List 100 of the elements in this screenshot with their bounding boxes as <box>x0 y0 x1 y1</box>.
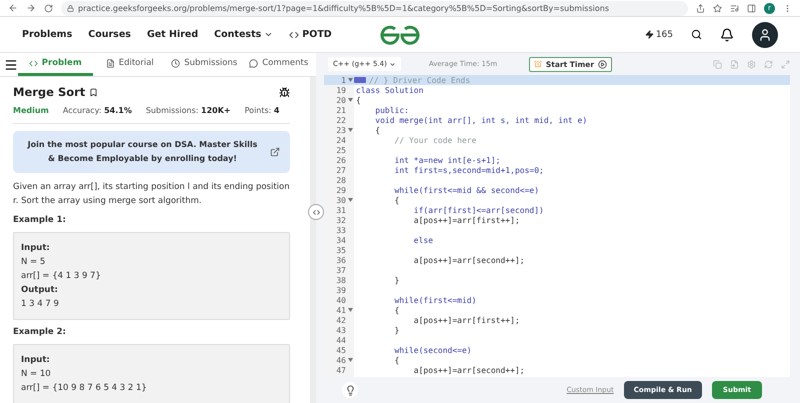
stat-text: Submissions: 120K+ <box>146 106 231 115</box>
code-line: a[pos++]=arr[second++]; <box>412 256 525 264</box>
line-number: 43 <box>335 326 346 334</box>
tab[interactable]: Editorial <box>92 53 167 76</box>
line-number: 47 <box>335 366 346 374</box>
line-number: 24 <box>335 136 346 144</box>
code-line: while(first<=mid) <box>394 296 476 304</box>
code-line: { <box>355 96 361 104</box>
bell-icon[interactable] <box>720 28 734 42</box>
code-icon <box>28 58 38 68</box>
code-line: // Your code here <box>394 136 476 144</box>
code-line: { <box>394 306 400 314</box>
line-number: 41 <box>335 306 346 314</box>
code-line: } <box>394 276 400 284</box>
line-number: 45 <box>335 346 346 354</box>
line-number: 28 <box>335 176 346 184</box>
code-line: a[pos++]=arr[second++]; <box>412 366 525 374</box>
menu-icon[interactable] <box>4 58 18 72</box>
line-number: 26 <box>335 156 346 164</box>
example-line: arr[] = {10 9 8 7 6 5 4 3 2 1} <box>21 382 148 395</box>
streak-count: 165 <box>644 30 673 40</box>
tab[interactable]: Problem <box>18 53 92 76</box>
panel-resize-handle[interactable] <box>308 204 324 220</box>
line-number: 40 <box>335 296 346 304</box>
play-icon <box>598 60 608 68</box>
example-line: 1 3 4 7 9 <box>21 298 60 311</box>
code-line: class Solution <box>355 86 424 94</box>
side-panel-icon[interactable] <box>747 4 756 12</box>
fold-arrow-icon[interactable] <box>348 198 352 202</box>
line-number: 1 <box>340 76 346 84</box>
stat-text: Accuracy: 54.1% <box>62 106 132 115</box>
code-icon <box>289 30 300 40</box>
tab[interactable]: Submissions <box>167 53 242 76</box>
bug-icon[interactable] <box>279 86 290 98</box>
code-line: public: <box>374 106 409 114</box>
line-number: 22 <box>335 116 346 124</box>
address-bar[interactable]: practice.geeksforgeeks.org/problems/merge-sort/1?page=1&difficulty%5B%5D=1&category%5B%5D=Sorting&sortBy=submissions <box>61 0 688 16</box>
example-line: N = 10 <box>21 368 52 381</box>
nav-link[interactable]: Problems <box>22 29 72 40</box>
line-number: 27 <box>335 166 346 174</box>
line-number: 44 <box>335 336 346 344</box>
folded-code-marker[interactable] <box>354 77 366 83</box>
nav-link[interactable]: Courses <box>88 29 131 40</box>
fold-arrow-icon[interactable] <box>348 308 352 312</box>
example-heading: Example 1: <box>13 215 67 225</box>
tab[interactable]: Comments <box>242 53 316 76</box>
code-line: { <box>394 356 400 364</box>
example-line: Output: <box>21 284 59 297</box>
line-number: 35 <box>335 246 346 254</box>
chat-icon <box>249 58 258 68</box>
code-line: // } Driver Code Ends <box>368 76 470 84</box>
code-line: { <box>374 126 380 134</box>
line-number: 25 <box>335 146 346 154</box>
alarm-clock-icon <box>534 60 542 68</box>
forward-icon[interactable] <box>26 3 36 13</box>
chevron-down-icon <box>388 60 396 68</box>
bookmark-star-icon[interactable] <box>713 4 722 12</box>
fold-arrow-icon[interactable] <box>348 78 352 82</box>
theme-toggle[interactable] <box>342 382 358 398</box>
clock-icon <box>171 58 180 68</box>
line-number: 29 <box>335 186 346 194</box>
line-number: 32 <box>335 216 346 224</box>
bookmark-icon[interactable] <box>89 88 98 96</box>
line-number: 23 <box>335 126 346 134</box>
problem-description: Given an array arr[], its starting position l and its ending position r. Sort the array using merge sort algorithm. <box>13 181 290 208</box>
external-link-icon <box>270 147 280 157</box>
code-line: int first=s,second=mid+1,pos=0; <box>394 166 544 174</box>
logo-icon[interactable] <box>379 24 421 46</box>
example-line: Input: <box>21 242 51 255</box>
lightning-icon <box>644 30 654 39</box>
line-number: 36 <box>335 256 346 264</box>
line-number: 39 <box>335 286 346 294</box>
reload-icon[interactable] <box>44 4 53 12</box>
fold-arrow-icon[interactable] <box>348 128 352 132</box>
line-number: 34 <box>335 236 346 244</box>
example-line: arr[] = {4 1 3 9 7} <box>21 270 102 283</box>
chevron-down-icon <box>264 30 274 39</box>
nav-link[interactable]: POTD <box>289 29 332 40</box>
line-number: 19 <box>335 86 346 94</box>
fold-arrow-icon[interactable] <box>348 358 352 362</box>
resize-arrows-icon <box>312 208 320 216</box>
line-number: 33 <box>335 226 346 234</box>
user-avatar[interactable] <box>752 22 778 48</box>
fold-arrow-icon[interactable] <box>348 98 352 102</box>
nav-link[interactable]: Contests <box>214 29 274 40</box>
code-line: while(first<=mid && second<=e) <box>394 186 540 194</box>
code-line: else <box>412 236 434 244</box>
share-icon[interactable] <box>696 4 705 12</box>
example-line: Input: <box>21 354 51 367</box>
line-number: 30 <box>335 196 346 204</box>
back-icon[interactable] <box>8 3 18 13</box>
code-line: a[pos++]=arr[first++]; <box>412 216 520 224</box>
problem-title: Merge Sort <box>13 85 98 99</box>
media-list-icon[interactable] <box>730 4 739 12</box>
course-banner[interactable]: Join the most popular course on DSA. Master Skills & Become Employable by enrolling today! <box>13 131 290 173</box>
search-icon[interactable] <box>691 29 702 40</box>
line-number: 37 <box>335 266 346 274</box>
code-line: } <box>394 326 400 334</box>
example-heading: Example 2: <box>13 327 67 337</box>
nav-link[interactable]: Get Hired <box>146 29 198 40</box>
